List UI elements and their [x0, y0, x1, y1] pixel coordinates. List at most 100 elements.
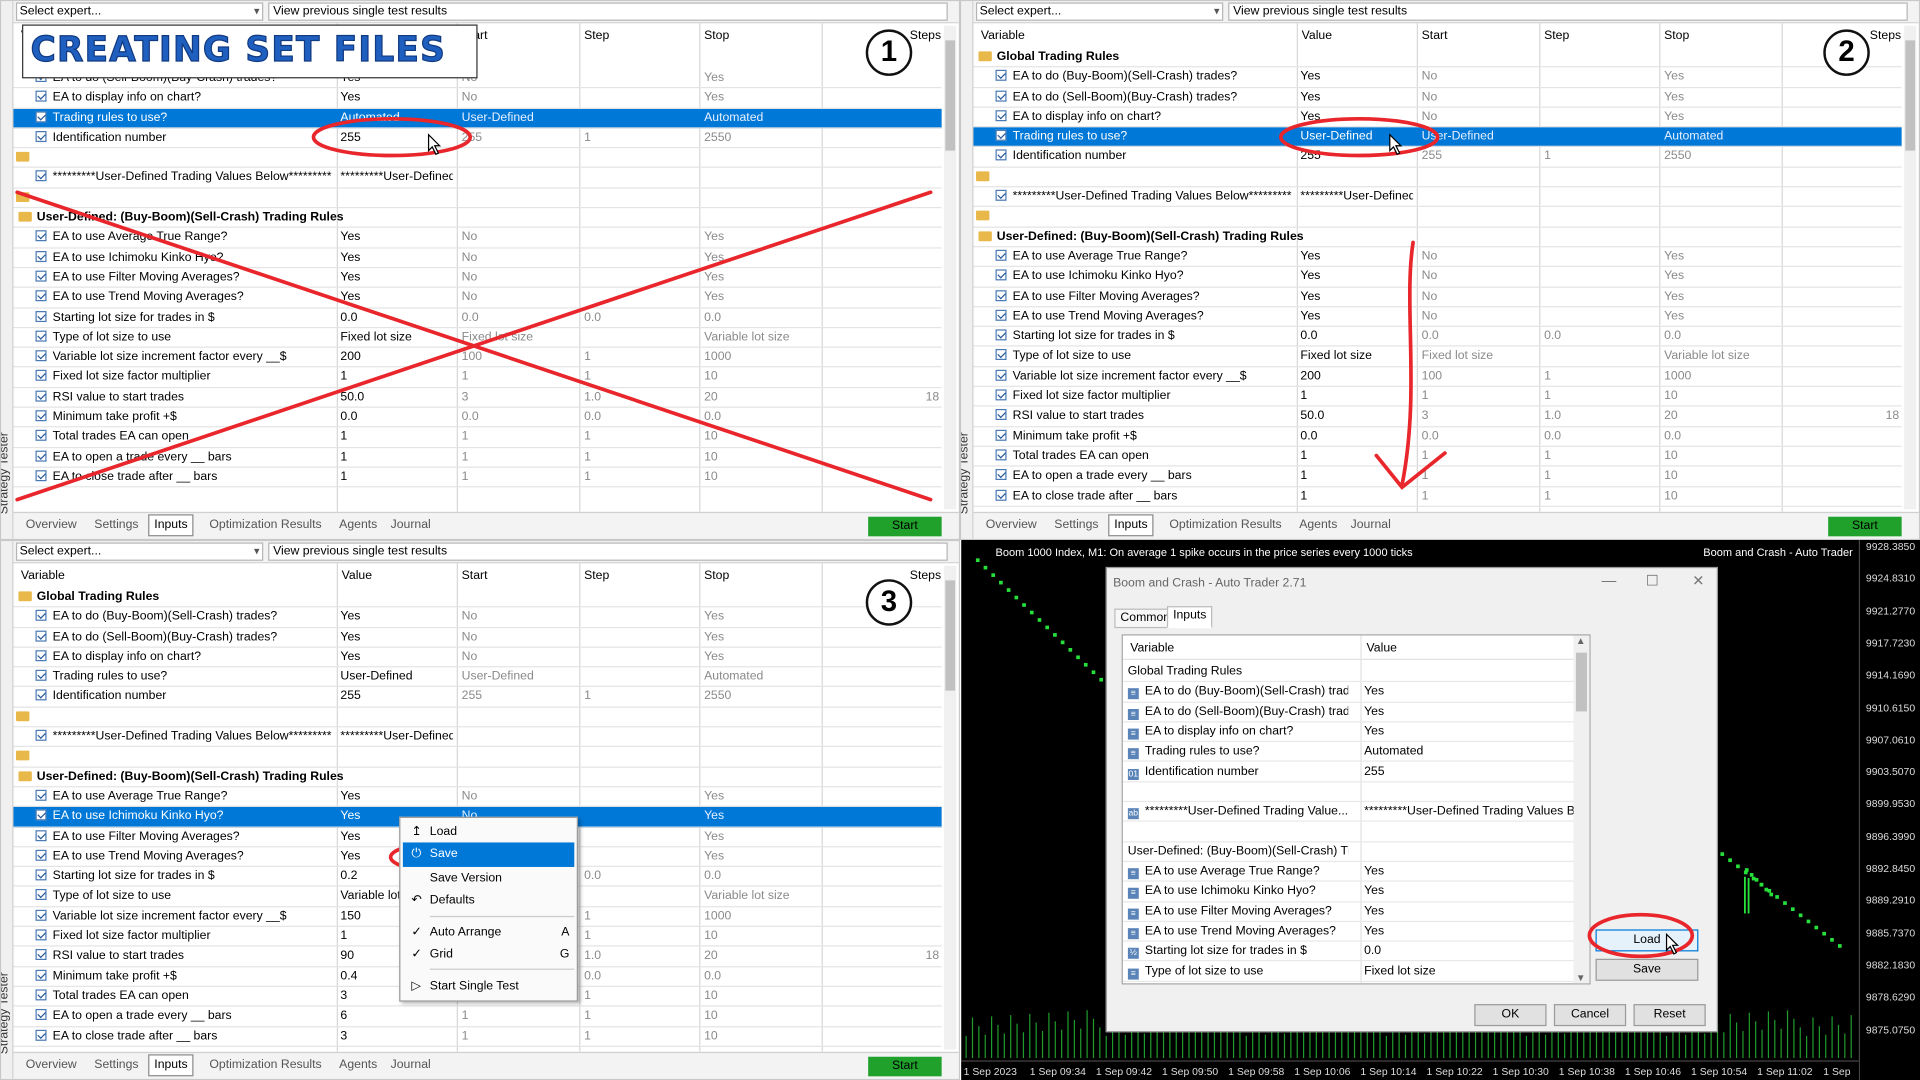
- checkbox-icon[interactable]: [35, 809, 47, 821]
- view-previous-results-button[interactable]: View previous single test results: [268, 2, 948, 21]
- group-row[interactable]: Global Trading Rules: [973, 48, 1902, 68]
- checkbox-icon[interactable]: [995, 249, 1007, 261]
- table-row[interactable]: EA to use Trend Moving Averages? Yes No Yes: [13, 288, 942, 309]
- start-button[interactable]: Start: [1828, 516, 1902, 537]
- checkbox-icon[interactable]: [35, 130, 47, 142]
- dialog-row[interactable]: ≡ Trading rules to use? Automated: [1122, 742, 1578, 763]
- checkbox-icon[interactable]: [995, 449, 1007, 461]
- scroll-up-icon[interactable]: ▲: [1576, 636, 1586, 647]
- side-tab[interactable]: Strategy Tester: [1, 1, 14, 539]
- checkbox-icon[interactable]: [35, 949, 47, 961]
- menu-item-start-single-test[interactable]: ▷ Start Single Test: [403, 975, 574, 999]
- dialog-row[interactable]: 01 Identification number 255: [1122, 762, 1578, 783]
- table-row[interactable]: EA to do (Sell-Boom)(Buy-Crash) trades?Y…: [973, 88, 1902, 108]
- checkbox-icon[interactable]: [35, 330, 47, 342]
- checkbox-icon[interactable]: [995, 309, 1007, 321]
- dialog-value-cell[interactable]: Automated: [1364, 742, 1578, 762]
- checkbox-icon[interactable]: [995, 489, 1007, 501]
- table-row[interactable]: EA to do (Buy-Boom)(Sell-Crash) trades? Y…: [973, 68, 1902, 88]
- tab-agents[interactable]: Agents: [339, 518, 377, 531]
- dialog-value-cell[interactable]: Yes: [1364, 862, 1578, 882]
- checkbox-icon[interactable]: [35, 630, 47, 642]
- value-cell[interactable]: 1: [340, 368, 453, 388]
- table-row[interactable]: Minimum take profit +$ 0.0 0.0 0.0 0.0: [973, 427, 1902, 447]
- tab-agents[interactable]: Agents: [1299, 518, 1337, 531]
- start-button[interactable]: Start: [868, 516, 942, 537]
- dialog-row[interactable]: ½ Starting lot size for trades in $ 0.0: [1122, 942, 1576, 962]
- dialog-row[interactable]: User-Defined: (Buy-Boom)(Sell-Crash) Tra…: [1122, 842, 1576, 863]
- checkbox-icon[interactable]: [35, 390, 47, 402]
- value-cell[interactable]: 6: [340, 1007, 453, 1027]
- ok-button[interactable]: OK: [1474, 1004, 1547, 1027]
- value-cell[interactable]: Yes: [340, 288, 453, 308]
- dialog-row[interactable]: ≡ Type of lot size to use Fixed lot size: [1122, 962, 1578, 982]
- col-step[interactable]: Step: [584, 569, 609, 582]
- value-cell[interactable]: Yes: [1300, 68, 1413, 88]
- table-row[interactable]: RSI value to start trades 50.0 3 1.0 20 18: [13, 388, 942, 408]
- value-cell[interactable]: 0.0: [340, 408, 453, 428]
- checkbox-icon[interactable]: [995, 289, 1007, 301]
- vertical-scrollbar[interactable]: [944, 565, 957, 1050]
- dialog-value-cell[interactable]: Yes: [1364, 882, 1578, 902]
- checkbox-icon[interactable]: [995, 269, 1007, 281]
- cancel-button[interactable]: Cancel: [1553, 1004, 1627, 1027]
- save-button[interactable]: Save: [1595, 958, 1699, 981]
- value-cell[interactable]: 1: [1300, 387, 1413, 407]
- checkbox-icon[interactable]: [35, 310, 47, 322]
- table-row[interactable]: Fixed lot size factor multiplier 1 1 1 10: [973, 387, 1902, 407]
- vertical-scrollbar[interactable]: [944, 25, 957, 510]
- table-row[interactable]: EA to display info on chart? Yes No Yes: [13, 89, 942, 109]
- menu-item-grid[interactable]: ✓ Grid G: [403, 943, 574, 967]
- table-row[interactable]: EA to use Ichimoku Kinko Hyo?YesNoYes: [13, 248, 942, 269]
- checkbox-icon[interactable]: [35, 90, 47, 102]
- table-row[interactable]: EA to display info on chart? Yes No Yes: [13, 648, 942, 668]
- tab-inputs[interactable]: Inputs: [148, 514, 194, 537]
- dialog-value-cell[interactable]: 255: [1364, 762, 1578, 782]
- table-row[interactable]: Trading rules to use? User-Defined User-De…: [973, 127, 1902, 148]
- dialog-value-cell[interactable]: Fixed lot size: [1364, 962, 1578, 982]
- tab-inputs[interactable]: Inputs: [148, 1054, 194, 1077]
- dialog-row[interactable]: Global Trading Rules: [1122, 662, 1576, 683]
- checkbox-icon[interactable]: [35, 610, 47, 622]
- col-stop[interactable]: Stop: [1664, 29, 1689, 42]
- tab-journal[interactable]: Journal: [1351, 518, 1391, 531]
- value-cell[interactable]: User-Defined: [1300, 128, 1413, 148]
- checkbox-icon[interactable]: [35, 889, 47, 901]
- table-row[interactable]: Starting lot size for trades in $0.0 0.0 0…: [973, 327, 1902, 348]
- side-tab[interactable]: Strategy Tester: [961, 1, 974, 539]
- value-cell[interactable]: Yes: [1300, 307, 1413, 327]
- value-cell[interactable]: Yes: [340, 248, 453, 268]
- checkbox-icon[interactable]: [35, 829, 47, 841]
- value-cell[interactable]: 50.0: [1300, 407, 1413, 427]
- value-cell[interactable]: Yes: [1300, 88, 1413, 108]
- tab-optimization-results[interactable]: Optimization Results: [209, 1058, 321, 1071]
- checkbox-icon[interactable]: [35, 450, 47, 462]
- tab-inputs[interactable]: Inputs: [1166, 606, 1213, 629]
- value-cell[interactable]: 3: [340, 1027, 453, 1047]
- table-row[interactable]: Starting lot size for trades in $0.0 0.0 0…: [13, 308, 942, 328]
- col-step[interactable]: Step: [584, 29, 609, 42]
- menu-item-save[interactable]: ⏻ Save: [402, 842, 575, 867]
- table-row[interactable]: EA to use Filter Moving Averages? Yes No Ye…: [13, 268, 942, 289]
- value-cell[interactable]: 0.0: [1300, 327, 1413, 347]
- load-button[interactable]: Load: [1595, 929, 1699, 952]
- checkbox-icon[interactable]: [35, 929, 47, 941]
- dialog-scroll-thumb[interactable]: [1575, 652, 1587, 712]
- checkbox-icon[interactable]: [995, 130, 1007, 142]
- value-cell[interactable]: Yes: [1300, 247, 1413, 267]
- select-expert-dropdown[interactable]: Select expert... ▾: [15, 542, 264, 561]
- dialog-row[interactable]: ≡ EA to use Average True Range? Yes: [1122, 862, 1578, 883]
- value-cell[interactable]: Yes: [340, 268, 453, 288]
- dialog-value-cell[interactable]: Yes: [1364, 722, 1578, 742]
- col-steps[interactable]: Steps: [910, 569, 941, 582]
- dialog-value-cell[interactable]: Yes: [1364, 682, 1578, 702]
- scroll-thumb[interactable]: [945, 580, 956, 691]
- checkbox-icon[interactable]: [995, 70, 1007, 82]
- value-cell[interactable]: 255: [1300, 148, 1413, 168]
- tab-settings[interactable]: Settings: [1054, 518, 1098, 531]
- group-row[interactable]: User-Defined: (Buy-Boom)(Sell-Crash) Tra…: [973, 227, 1902, 248]
- col-value[interactable]: Value: [342, 569, 372, 582]
- value-cell[interactable]: *********User-Defined Trading Values Bel…: [340, 727, 453, 747]
- col-stop[interactable]: Stop: [704, 569, 729, 582]
- col-step[interactable]: Step: [1544, 29, 1569, 42]
